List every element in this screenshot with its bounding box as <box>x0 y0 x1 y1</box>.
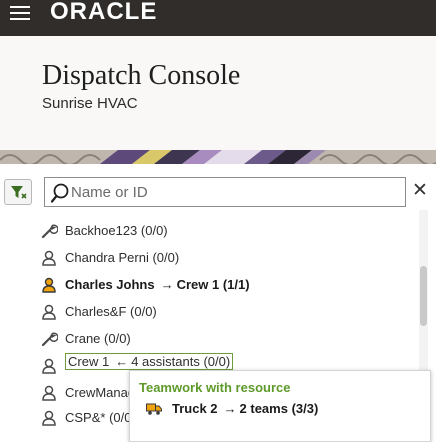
resource-name: Crew 1 <box>68 354 110 369</box>
popup-resource-name: Truck 2 <box>172 401 218 416</box>
resource-assignment: Crew 1 (1/1) <box>176 277 250 292</box>
page-title: Dispatch Console <box>42 60 241 91</box>
decorative-banner <box>0 150 436 164</box>
person-icon <box>42 250 56 266</box>
resource-item-charles-johns[interactable]: Charles Johns → Crew 1 (1/1) <box>40 273 410 297</box>
filter-button[interactable] <box>4 179 32 205</box>
resource-label: Charles&F (0/0) <box>65 304 157 319</box>
list-scrollbar-thumb[interactable] <box>420 266 427 326</box>
clear-search-icon[interactable]: ✕ <box>412 181 428 201</box>
person-icon <box>42 358 56 374</box>
resource-label-outlined: Crew 1 ← 4 assistants (0/0) <box>65 353 234 370</box>
resource-label: Backhoe123 (0/0) <box>65 223 168 238</box>
resource-item-chandra-perni[interactable]: Chandra Perni (0/0) <box>40 246 410 270</box>
person-icon <box>42 304 56 320</box>
arrow-right-icon: → <box>160 277 174 292</box>
hamburger-menu-icon[interactable] <box>10 4 32 22</box>
wrench-icon <box>41 224 58 239</box>
resource-name: Charles Johns <box>65 277 155 292</box>
person-icon <box>42 410 56 426</box>
search-icon <box>51 183 69 203</box>
popup-resource-teams: 2 teams (3/3) <box>239 401 319 416</box>
resource-item-charles-f[interactable]: Charles&F (0/0) <box>40 300 410 324</box>
arrow-right-icon: → <box>223 401 237 416</box>
person-icon <box>42 385 56 401</box>
resource-assignment: 4 assistants (0/0) <box>131 354 231 369</box>
search-input[interactable] <box>71 180 391 204</box>
resource-label: CrewManag <box>65 385 136 400</box>
page-subtitle: Sunrise HVAC <box>42 95 138 112</box>
search-box <box>44 177 406 207</box>
popup-title: Teamwork with resource <box>139 380 291 395</box>
wrench-icon <box>41 332 58 347</box>
teamwork-popup: Teamwork with resource Truck 2 → 2 teams (… <box>129 370 431 442</box>
resource-label: Chandra Perni (0/0) <box>65 250 180 265</box>
top-bar: ORACLE <box>0 0 436 36</box>
person-icon <box>42 277 56 293</box>
truck-icon <box>146 403 162 415</box>
filter-icon <box>11 186 27 199</box>
resource-label: Crane (0/0) <box>65 331 131 346</box>
resource-item-crane[interactable]: Crane (0/0) <box>40 327 410 351</box>
resource-item-backhoe123[interactable]: Backhoe123 (0/0) <box>40 219 410 243</box>
page-header: Dispatch Console Sunrise HVAC <box>0 36 436 150</box>
arrow-left-icon: ← <box>115 354 129 369</box>
oracle-logo: ORACLE <box>50 0 158 25</box>
